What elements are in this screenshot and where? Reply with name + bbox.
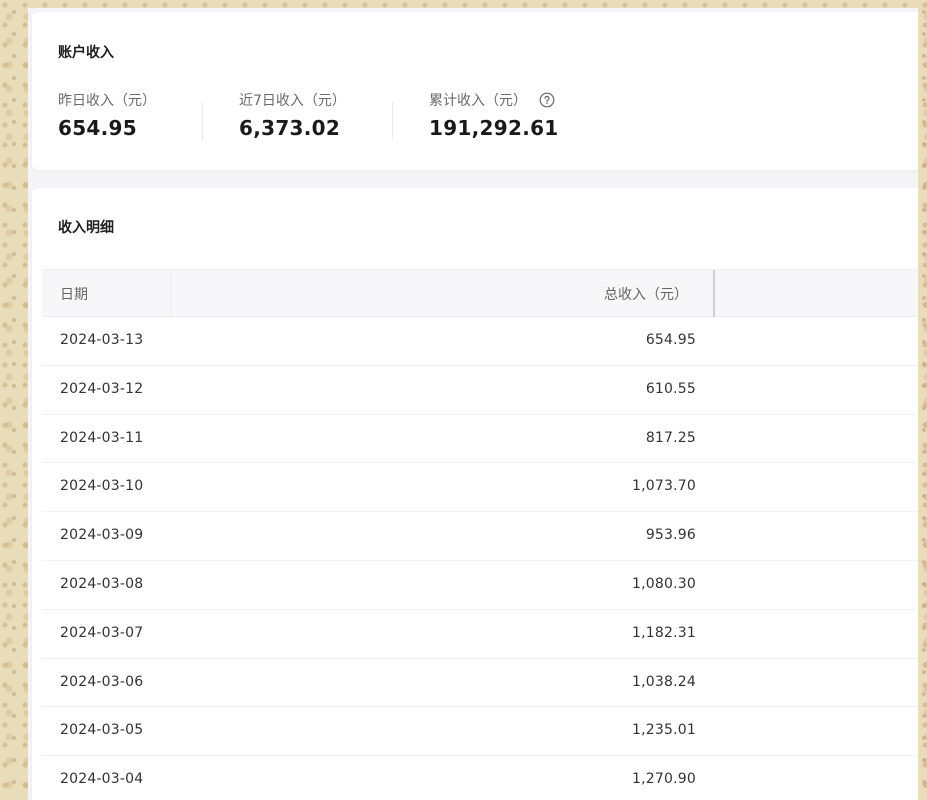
cell-date: 2024-03-07 (60, 624, 144, 641)
table-row[interactable]: 2024-03-12 610.55 (42, 365, 918, 415)
table-row[interactable]: 2024-03-06 1,038.24 (42, 658, 918, 708)
cell-date: 2024-03-10 (60, 478, 144, 495)
stat-last7days-label: 近7日收入（元） (239, 93, 346, 109)
cell-income: 1,080.30 (632, 575, 696, 592)
cell-income: 953.96 (645, 527, 696, 544)
table-body: 2024-03-13 654.95 2024-03-12 610.55 2024-03-… (42, 317, 918, 800)
cell-income: 1,235.01 (632, 722, 696, 739)
question-circle-icon[interactable] (539, 92, 555, 108)
cell-date: 2024-03-06 (60, 673, 144, 690)
cell-income: 1,182.31 (632, 624, 696, 641)
table-row[interactable]: 2024-03-10 1,073.70 (42, 463, 918, 513)
stat-yesterday: 昨日收入（元） 654.95 (58, 90, 156, 140)
column-resize-handle[interactable] (713, 270, 715, 317)
income-detail-title: 收入明细 (58, 220, 114, 236)
stat-cumulative-value: 191,292.61 (429, 116, 559, 140)
column-separator (170, 270, 171, 316)
table-row[interactable]: 2024-03-04 1,270.90 (42, 756, 918, 800)
cell-date: 2024-03-13 (60, 332, 144, 348)
cell-income: 1,073.70 (632, 478, 696, 495)
table-row[interactable]: 2024-03-11 817.25 (42, 414, 918, 464)
stat-yesterday-value: 654.95 (58, 116, 137, 140)
cell-income: 817.25 (645, 429, 696, 446)
cell-income: 1,038.24 (632, 673, 696, 690)
cell-date: 2024-03-04 (60, 771, 144, 788)
page-frame: 账户收入 昨日收入（元） 654.95 近7日收入（元） 6,373.02 累计… (28, 8, 918, 800)
table-header: 日期 总收入（元） (42, 269, 918, 317)
stat-cumulative-label-row: 累计收入（元） (429, 90, 559, 110)
stat-divider (202, 102, 203, 140)
table-row[interactable]: 2024-03-09 953.96 (42, 512, 918, 561)
account-income-card: 账户收入 昨日收入（元） 654.95 近7日收入（元） 6,373.02 累计… (32, 12, 918, 170)
cell-income: 610.55 (645, 380, 696, 397)
cell-date: 2024-03-09 (60, 527, 144, 544)
account-income-title: 账户收入 (58, 45, 114, 61)
column-header-income[interactable]: 总收入（元） (604, 284, 688, 304)
cell-date: 2024-03-08 (60, 575, 144, 592)
stat-yesterday-label: 昨日收入（元） (58, 93, 156, 109)
table-row[interactable]: 2024-03-13 654.95 (42, 317, 918, 366)
income-table: 日期 总收入（元） 2024-03-13 654.95 2024-03-12 610.… (42, 269, 918, 800)
cell-date: 2024-03-12 (60, 380, 144, 397)
table-row[interactable]: 2024-03-05 1,235.01 (42, 707, 918, 757)
column-header-date[interactable]: 日期 (60, 284, 88, 304)
stat-divider (392, 102, 393, 140)
cell-date: 2024-03-11 (60, 429, 144, 446)
stat-last7days-value: 6,373.02 (239, 116, 341, 140)
cell-income: 1,270.90 (632, 771, 696, 788)
stat-cumulative-label: 累计收入（元） (429, 93, 527, 109)
stat-last7days: 近7日收入（元） 6,373.02 (239, 90, 346, 140)
table-row[interactable]: 2024-03-07 1,182.31 (42, 609, 918, 659)
cell-date: 2024-03-05 (60, 722, 144, 739)
income-detail-card: 收入明细 日期 总收入（元） 2024-03-13 654.95 2024-03-1… (32, 188, 918, 800)
table-row[interactable]: 2024-03-08 1,080.30 (42, 560, 918, 610)
cell-income: 654.95 (645, 332, 696, 348)
stat-cumulative: 累计收入（元） 191,292.61 (429, 90, 559, 140)
